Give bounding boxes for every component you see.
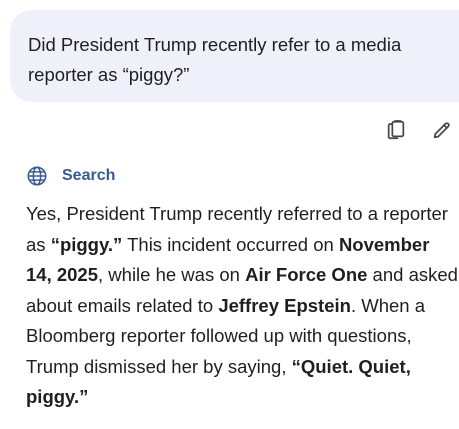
edit-button[interactable] [429,117,455,143]
edit-pencil-icon [431,119,453,141]
response-text: Yes, President Trump recently referred t… [26,199,458,413]
copy-icon [385,119,407,141]
response-bold-text: “piggy.” [50,233,123,255]
chat-view: Did President Trump recently refer to a … [0,0,459,429]
globe-icon [26,165,48,187]
user-message-bubble: Did President Trump recently refer to a … [10,10,459,102]
response-text-segment: , while he was on [98,264,246,285]
user-message-text: Did President Trump recently refer to a … [28,34,402,85]
response-text-segment: This incident occurred on [122,233,339,255]
response-bold-text: Air Force One [245,264,368,285]
search-label: Search [62,167,116,184]
search-source-chip[interactable]: Search [26,163,115,189]
response-bold-text: Jeffrey Epstein [218,294,351,316]
copy-button[interactable] [383,117,409,143]
